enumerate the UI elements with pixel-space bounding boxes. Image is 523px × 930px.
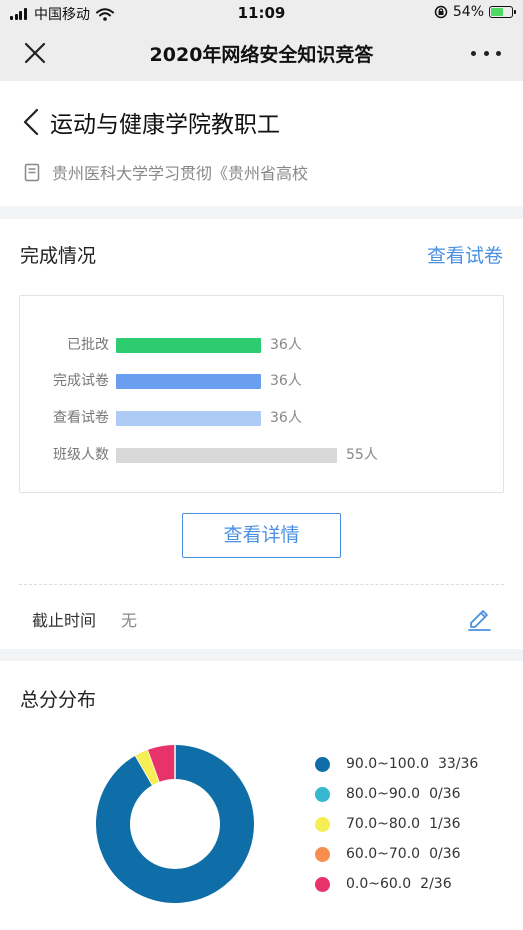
- document-icon: [24, 163, 40, 181]
- bar-label: 完成试卷: [53, 373, 109, 389]
- back-button[interactable]: 运动与健康学院教职工: [22, 105, 280, 139]
- donut-slice: [135, 749, 160, 786]
- completion-card: 完成情况 查看试卷 已批改 36人 完成试卷 36人 查看试卷 36人 班级人数 55人 查看…: [0, 219, 523, 649]
- completion-bar-row: 班级人数 55人: [20, 445, 505, 465]
- legend-item: 60.0~70.0 0/36: [315, 839, 478, 869]
- donut-slice: [147, 745, 176, 782]
- distribution-title: 总分分布: [20, 689, 97, 711]
- legend-range: 80.0~90.0: [346, 786, 421, 802]
- legend-count: 33/36: [437, 756, 479, 772]
- divider: [19, 584, 504, 585]
- legend-range: 70.0~80.0: [346, 816, 421, 832]
- deadline-label: 截止时间: [32, 611, 97, 630]
- donut-slice: [96, 745, 254, 903]
- score-donut-chart: [96, 745, 254, 903]
- legend-dot: [315, 876, 330, 892]
- chevron-left-icon: [23, 108, 39, 136]
- task-title: 贵州医科大学学习贯彻《贵州省高校: [52, 164, 309, 183]
- bar-fill: [116, 338, 261, 353]
- legend-dot: [315, 756, 330, 772]
- view-paper-link[interactable]: 查看试卷: [427, 241, 503, 268]
- completion-bars-box: 已批改 36人 完成试卷 36人 查看试卷 36人 班级人数 55人: [19, 295, 504, 493]
- status-bar: 中国移动 11:09 54%: [0, 0, 523, 26]
- completion-bar-row: 完成试卷 36人: [20, 371, 505, 391]
- bar-label: 班级人数: [53, 447, 109, 463]
- class-name: 运动与健康学院教职工: [50, 112, 280, 138]
- class-header-card: 运动与健康学院教职工 贵州医科大学学习贯彻《贵州省高校: [0, 81, 523, 206]
- legend-count: 2/36: [420, 876, 452, 892]
- bar-label: 查看试卷: [53, 410, 109, 426]
- deadline-value: 无: [121, 611, 138, 630]
- task-row: 贵州医科大学学习贯彻《贵州省高校: [24, 160, 308, 184]
- bar-fill: [116, 374, 261, 389]
- legend-item: 70.0~80.0 1/36: [315, 809, 478, 839]
- bar-fill: [116, 411, 261, 426]
- bar-fill: [116, 448, 337, 463]
- completion-bar-row: 已批改 36人: [20, 335, 505, 355]
- battery-percent: 54%: [452, 4, 484, 20]
- view-details-button[interactable]: 查看详情: [182, 513, 341, 558]
- completion-title: 完成情况: [20, 245, 97, 267]
- bar-value: 36人: [270, 410, 302, 426]
- legend-range: 0.0~60.0: [346, 876, 412, 892]
- status-right: 54%: [434, 4, 516, 20]
- legend-dot: [315, 786, 330, 802]
- legend-count: 0/36: [429, 846, 461, 862]
- legend-range: 60.0~70.0: [346, 846, 421, 862]
- bar-value: 36人: [270, 373, 302, 389]
- bar-value: 55人: [346, 447, 378, 463]
- nav-bar: 2020年网络安全知识竞答: [0, 26, 523, 81]
- legend-dot: [315, 816, 330, 832]
- legend-count: 0/36: [429, 786, 461, 802]
- score-distribution-card: 总分分布 90.0~100.0 33/36 80.0~90.0 0/36 70.0~80…: [0, 661, 523, 930]
- legend-item: 0.0~60.0 2/36: [315, 869, 478, 899]
- completion-bar-row: 查看试卷 36人: [20, 408, 505, 428]
- legend-item: 90.0~100.0 33/36: [315, 749, 478, 779]
- edit-icon[interactable]: [465, 603, 493, 631]
- legend-range: 90.0~100.0: [346, 756, 429, 772]
- battery-icon: [489, 6, 516, 18]
- legend-count: 1/36: [429, 816, 461, 832]
- score-legend: 90.0~100.0 33/36 80.0~90.0 0/36 70.0~80.0 1/3…: [315, 749, 478, 899]
- legend-dot: [315, 846, 330, 862]
- bar-value: 36人: [270, 337, 302, 353]
- more-icon[interactable]: [471, 42, 501, 64]
- legend-item: 80.0~90.0 0/36: [315, 779, 478, 809]
- bar-label: 已批改: [67, 337, 109, 353]
- orientation-lock-icon: [434, 5, 448, 19]
- page-title: 2020年网络安全知识竞答: [149, 44, 374, 66]
